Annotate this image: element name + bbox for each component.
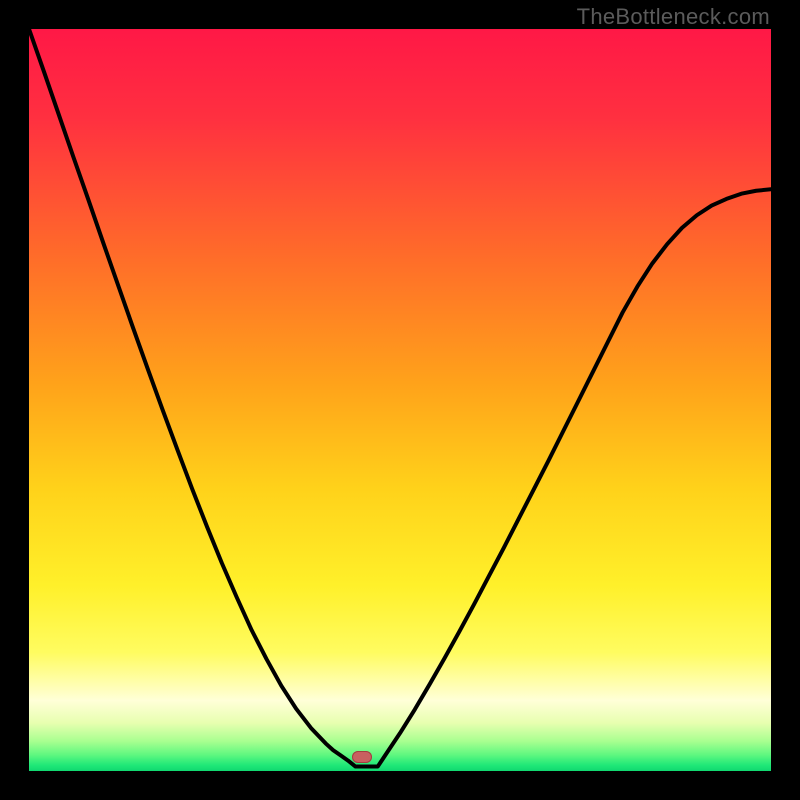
optimal-marker [352, 751, 372, 763]
plot-area [29, 29, 771, 771]
watermark-text: TheBottleneck.com [577, 4, 770, 30]
outer-frame: TheBottleneck.com [0, 0, 800, 800]
bottleneck-curve [29, 29, 771, 771]
